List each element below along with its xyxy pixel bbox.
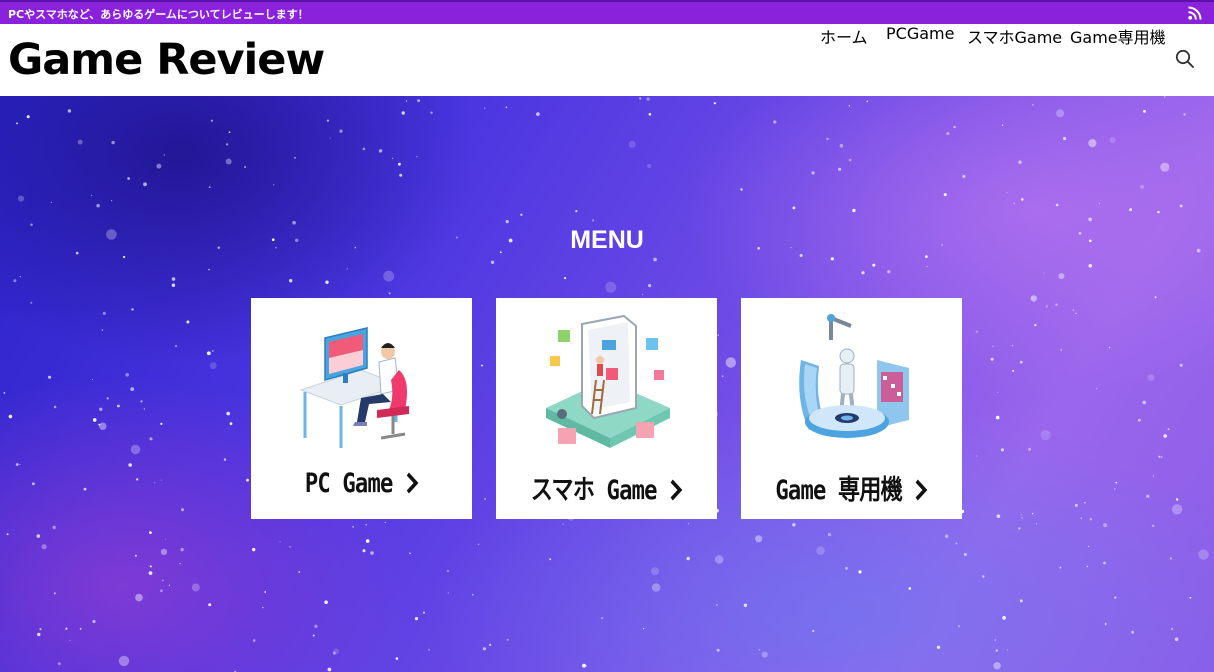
site-logo[interactable]: Game Review bbox=[8, 35, 325, 85]
card-pc-game[interactable]: PC Game bbox=[251, 298, 472, 519]
robot-console-illustration bbox=[799, 314, 909, 438]
search-icon[interactable] bbox=[1175, 49, 1195, 69]
top-bar: PCやスマホなど、あらゆるゲームについてレビューします！ bbox=[0, 0, 1214, 24]
hero-section: MENU PC Game スマホ Game Game 専用機 bbox=[0, 96, 1214, 672]
smartphone-illustration bbox=[546, 314, 670, 448]
card-label-console-game: Game 専用機 bbox=[761, 468, 942, 507]
chevron-right-icon bbox=[915, 479, 928, 501]
chevron-right-icon bbox=[670, 479, 683, 501]
chevron-right-icon bbox=[406, 472, 419, 494]
desk-computer-illustration bbox=[299, 327, 409, 448]
card-smartphone-game[interactable]: スマホ Game bbox=[496, 298, 717, 519]
site-tagline: PCやスマホなど、あらゆるゲームについてレビューします！ bbox=[8, 8, 309, 21]
site-header: Game Review ホーム PCGame スマホGame Game専用機 bbox=[0, 24, 1214, 96]
card-label-pc-game: PC Game bbox=[271, 468, 452, 499]
menu-title: MENU bbox=[570, 226, 644, 254]
card-label-smartphone-game: スマホ Game bbox=[516, 468, 697, 507]
rss-icon[interactable] bbox=[1188, 6, 1202, 20]
card-console-game[interactable]: Game 専用機 bbox=[741, 298, 962, 519]
